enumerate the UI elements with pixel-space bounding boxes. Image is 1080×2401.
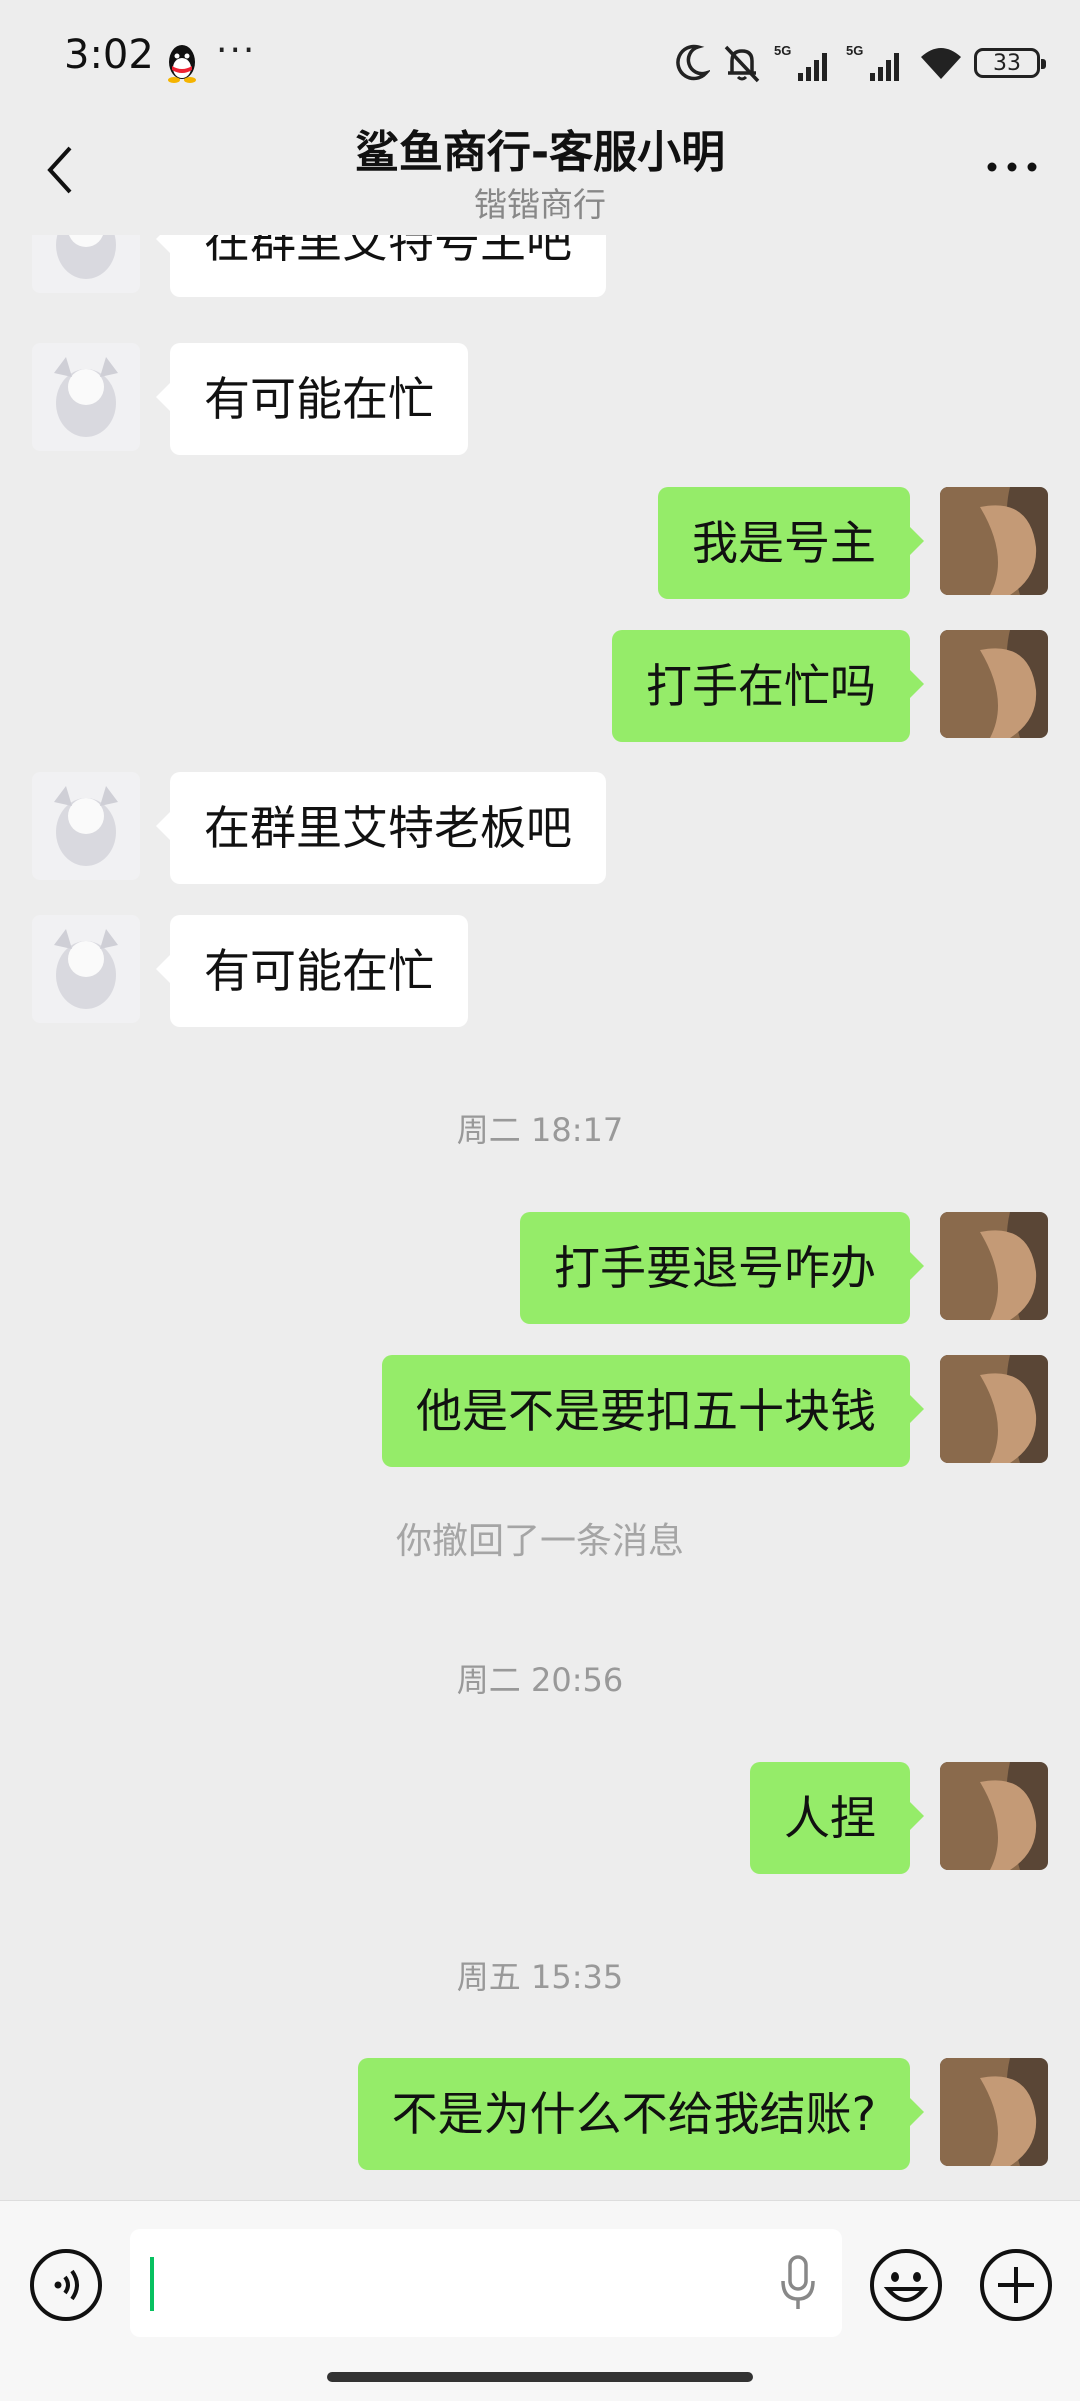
voice-icon[interactable] (28, 2247, 104, 2323)
emoji-icon[interactable] (868, 2247, 944, 2323)
message-input[interactable] (130, 2229, 842, 2337)
user-avatar[interactable] (940, 1355, 1048, 1463)
mic-icon[interactable] (778, 2253, 818, 2313)
text-cursor (150, 2257, 154, 2311)
message-row-outgoing: 打手在忙吗 (0, 630, 1080, 742)
contact-avatar[interactable] (32, 343, 140, 451)
contact-avatar[interactable] (32, 235, 140, 293)
message-bubble[interactable]: 有可能在忙 (156, 343, 468, 455)
message-row-incoming: 在群里艾特号主吧 (0, 235, 1080, 297)
status-more-dots: ··· (216, 30, 257, 71)
signal-5g-icon: 5G (774, 43, 827, 81)
input-bar (0, 2200, 1080, 2401)
chat-subtitle: 锴锴商行 (474, 185, 606, 224)
user-avatar[interactable] (940, 630, 1048, 738)
qq-icon (168, 45, 196, 83)
more-horizontal-icon[interactable] (982, 142, 1042, 192)
plus-icon[interactable] (978, 2247, 1054, 2323)
message-bubble[interactable]: 人捏 (750, 1762, 924, 1874)
moon-icon (676, 44, 710, 81)
message-bubble[interactable]: 有可能在忙 (156, 915, 468, 1027)
signal-5g-icon: 5G (846, 43, 899, 81)
status-icons: 5G 5G 33 (674, 38, 1046, 88)
message-row-outgoing: 我是号主 (0, 487, 1080, 599)
timestamp: 周二 20:56 (456, 1661, 624, 1699)
message-bubble[interactable]: 不是为什么不给我结账? (357, 2058, 925, 2170)
battery-icon: 33 (974, 48, 1046, 78)
message-list[interactable]: 在群里艾特号主吧 有可能在忙 我是号主 打手在忙吗 在群里艾特老板吧 有可能在忙 (0, 235, 1080, 2200)
chat-title: 鲨鱼商行-客服小明 (354, 127, 726, 178)
message-bubble[interactable]: 在群里艾特老板吧 (156, 772, 606, 884)
svg-text:5G: 5G (774, 43, 791, 58)
user-avatar[interactable] (940, 2058, 1048, 2166)
message-bubble[interactable]: 他是不是要扣五十块钱 (382, 1355, 924, 1467)
contact-avatar[interactable] (32, 915, 140, 1023)
contact-avatar[interactable] (32, 772, 140, 880)
user-avatar[interactable] (940, 487, 1048, 595)
message-row-incoming: 有可能在忙 (0, 915, 1080, 1027)
message-row-outgoing: 打手要退号咋办 (0, 1212, 1080, 1324)
timestamp: 周五 15:35 (456, 1958, 624, 1996)
message-bubble[interactable]: 打手要退号咋办 (520, 1212, 924, 1324)
message-row-outgoing: 人捏 (0, 1762, 1080, 1874)
battery-level: 33 (993, 50, 1021, 76)
svg-text:5G: 5G (846, 43, 863, 58)
message-row-incoming: 有可能在忙 (0, 343, 1080, 455)
message-bubble[interactable]: 打手在忙吗 (612, 630, 924, 742)
wifi-icon (921, 48, 961, 79)
user-avatar[interactable] (940, 1212, 1048, 1320)
status-time: 3:02 (64, 32, 154, 78)
timestamp: 周二 18:17 (456, 1111, 624, 1149)
recall-notice: 你撤回了一条消息 (395, 1521, 684, 1562)
message-row-outgoing: 他是不是要扣五十块钱 (0, 1355, 1080, 1467)
message-bubble[interactable]: 在群里艾特号主吧 (156, 235, 606, 297)
message-bubble[interactable]: 我是号主 (658, 487, 924, 599)
user-avatar[interactable] (940, 1762, 1048, 1870)
home-indicator[interactable] (327, 2372, 753, 2382)
silent-bell-icon (724, 45, 760, 83)
chat-header: 鲨鱼商行-客服小明 锴锴商行 (0, 100, 1080, 235)
message-row-incoming: 在群里艾特老板吧 (0, 772, 1080, 884)
message-row-outgoing: 不是为什么不给我结账? (0, 2058, 1080, 2170)
